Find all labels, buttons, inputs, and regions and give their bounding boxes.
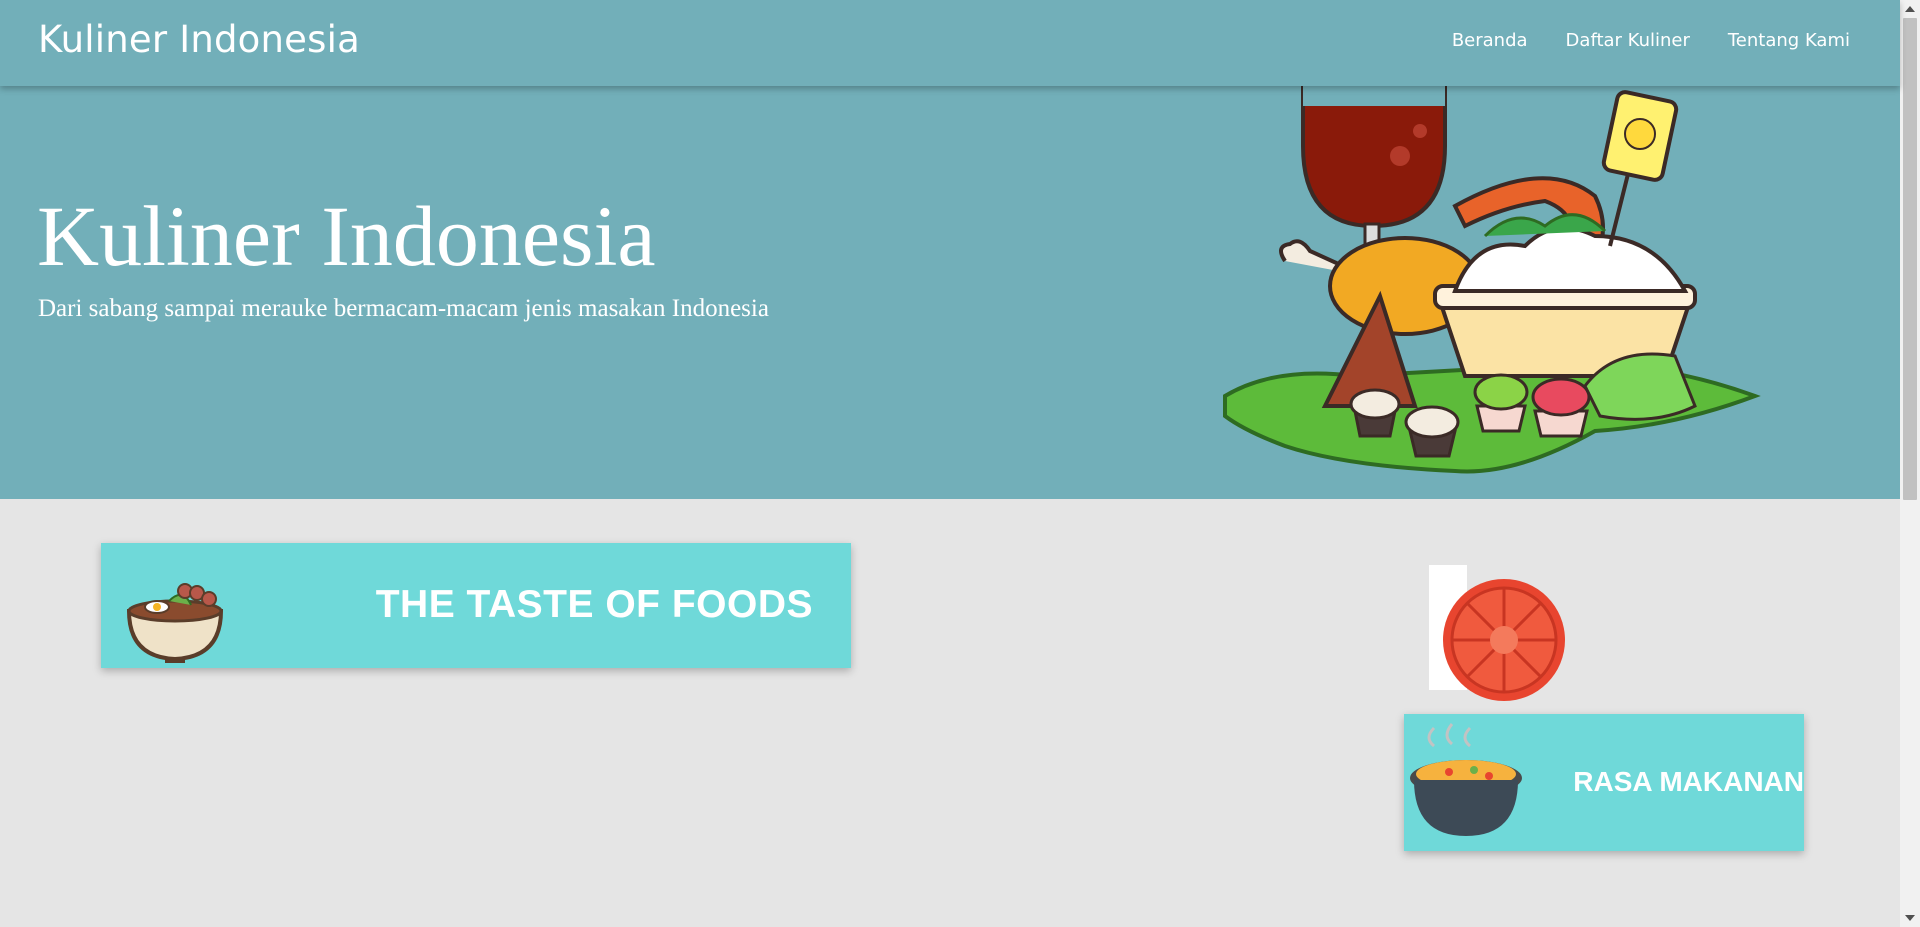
nav-links: Beranda Daftar Kuliner Tentang Kami — [1452, 30, 1850, 51]
soup-pot-icon — [1410, 723, 1522, 836]
hero-title: Kuliner Indonesia — [37, 188, 656, 284]
tomato-icon — [1443, 579, 1565, 701]
rasa-makanan-card[interactable]: RASA MAKANAN — [1404, 714, 1804, 851]
nav-tentang-kami[interactable]: Tentang Kami — [1728, 30, 1850, 51]
scroll-thumb[interactable] — [1903, 18, 1917, 500]
scroll-down-arrow-icon[interactable] — [1905, 915, 1915, 921]
taste-of-foods-card[interactable]: THE TASTE OF FOODS — [101, 543, 851, 668]
navbar: Kuliner Indonesia Beranda Daftar Kuliner… — [0, 0, 1900, 86]
vertical-scrollbar[interactable] — [1900, 0, 1920, 927]
scroll-up-arrow-icon[interactable] — [1905, 6, 1915, 12]
nav-beranda[interactable]: Beranda — [1452, 30, 1528, 51]
food-illustration — [1223, 86, 1761, 474]
card-label: RASA MAKANAN — [1573, 766, 1804, 797]
hero-banner: Kuliner Indonesia Dari sabang sampai mer… — [0, 86, 1900, 499]
card-label: THE TASTE OF FOODS — [375, 583, 813, 626]
nav-daftar-kuliner[interactable]: Daftar Kuliner — [1566, 30, 1690, 51]
noodle-bowl-icon — [127, 583, 223, 663]
hero-subtitle: Dari sabang sampai merauke bermacam-maca… — [38, 295, 769, 322]
brand-logo[interactable]: Kuliner Indonesia — [38, 18, 360, 61]
